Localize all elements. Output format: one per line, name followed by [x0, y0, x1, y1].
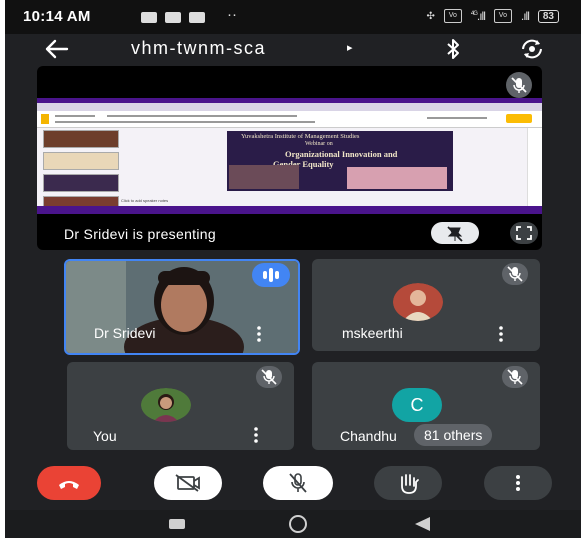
- participant-name: Dr Sridevi: [94, 325, 156, 341]
- shared-screen: Yuvakshetra Institute of Management Stud…: [37, 98, 542, 214]
- slide-thumbnail: [43, 130, 119, 148]
- volte-icon-2: Vo: [493, 9, 512, 23]
- end-call-button[interactable]: [37, 466, 101, 500]
- others-count-badge[interactable]: 81 others: [414, 424, 493, 446]
- avatar: [141, 388, 191, 422]
- presenter-muted-icon: [506, 72, 532, 98]
- muted-icon: [502, 263, 528, 285]
- meeting-app-bar: vhm-twnm-sca ▸: [5, 34, 581, 64]
- slide-title-line: Organizational Innovation and: [285, 149, 398, 159]
- slide-thumbnail: [43, 152, 119, 170]
- more-notifications-icon: ··: [227, 6, 237, 23]
- recents-button[interactable]: [169, 519, 185, 529]
- avatar-initial: C: [392, 388, 442, 422]
- participant-name: You: [93, 428, 117, 444]
- slides-logo-icon: [41, 114, 49, 124]
- more-vert-icon[interactable]: [254, 325, 264, 343]
- notification-icons: [141, 12, 205, 23]
- chat-icon: [141, 12, 157, 23]
- participant-tile-others[interactable]: C Chandhu 81 others: [312, 362, 540, 450]
- slides-side-panel: [527, 128, 542, 208]
- slide-thumbnail: [43, 174, 119, 192]
- hand-icon: [401, 474, 419, 494]
- taskbar: [37, 206, 542, 214]
- toolbar-line: [55, 121, 315, 123]
- participant-tile-dr-sridevi[interactable]: Dr Sridevi: [64, 259, 300, 355]
- unpin-button[interactable]: [431, 222, 479, 244]
- status-time: 10:14 AM: [23, 8, 91, 25]
- fullscreen-icon[interactable]: [510, 222, 538, 244]
- current-slide: Yuvakshetra Institute of Management Stud…: [227, 131, 453, 191]
- muted-icon: [502, 366, 528, 388]
- toolbar-line: [55, 115, 95, 117]
- camera-off-button[interactable]: [154, 466, 222, 500]
- slide-line: Webinar on: [305, 141, 333, 147]
- raise-hand-button[interactable]: [374, 466, 442, 500]
- presenting-label: Dr Sridevi is presenting: [64, 226, 216, 242]
- home-button[interactable]: [289, 515, 307, 533]
- more-vert-icon: [516, 475, 520, 491]
- slides-toolbar: [37, 111, 542, 128]
- vibrate-icon: ✣: [426, 10, 435, 22]
- participant-name: Chandhu: [340, 428, 397, 444]
- bluetooth-icon[interactable]: [438, 36, 468, 62]
- switch-camera-icon[interactable]: [517, 36, 547, 62]
- videocam-off-icon: [175, 474, 200, 492]
- share-button: [506, 114, 532, 123]
- system-nav-bar: [5, 510, 581, 538]
- signal-4g-icon: 4G.ıll: [470, 9, 486, 23]
- muted-icon: [256, 366, 282, 388]
- more-options-button[interactable]: [484, 466, 552, 500]
- microphone-off-button[interactable]: [263, 466, 333, 500]
- meeting-code[interactable]: vhm-twnm-sca: [131, 38, 266, 59]
- signal-icon: .ıll: [520, 9, 530, 23]
- slide-header: Yuvakshetra Institute of Management Stud…: [241, 133, 360, 140]
- participant-tile-mskeerthi[interactable]: mskeerthi: [312, 259, 540, 351]
- back-arrow-icon[interactable]: [41, 34, 73, 64]
- volte-icon: Vo: [443, 9, 462, 23]
- back-button[interactable]: [413, 516, 431, 532]
- toolbar-line: [427, 117, 487, 119]
- participant-tile-you[interactable]: You: [67, 362, 294, 450]
- more-vert-icon[interactable]: [496, 325, 506, 343]
- more-vert-icon[interactable]: [251, 426, 261, 444]
- meet-icon: [165, 12, 181, 23]
- speaking-indicator-icon: [252, 263, 290, 287]
- battery-icon: 83: [537, 9, 559, 23]
- speaker-notes-hint: Click to add speaker notes: [121, 198, 169, 203]
- phone-screen: 10:14 AM ·· ✣ Vo 4G.ıll Vo .ıll 83 vhm-t…: [5, 0, 581, 538]
- slide-panel: [347, 167, 447, 189]
- toolbar-line: [107, 115, 297, 117]
- avatar: [393, 283, 443, 321]
- system-icons: ✣ Vo 4G.ıll Vo .ıll 83: [426, 9, 559, 23]
- hangup-icon: [59, 481, 79, 489]
- gallery-icon: [189, 12, 205, 23]
- slide-photo: [229, 165, 299, 189]
- participant-name: mskeerthi: [342, 325, 403, 341]
- mic-off-icon: [289, 473, 307, 493]
- slide-thumbnails: [43, 130, 119, 218]
- browser-tabs: [37, 103, 542, 111]
- presentation-tile[interactable]: Yuvakshetra Institute of Management Stud…: [37, 66, 542, 250]
- status-bar: 10:14 AM ·· ✣ Vo 4G.ıll Vo .ıll 83: [5, 0, 581, 34]
- meeting-details-arrow-icon[interactable]: ▸: [347, 41, 353, 54]
